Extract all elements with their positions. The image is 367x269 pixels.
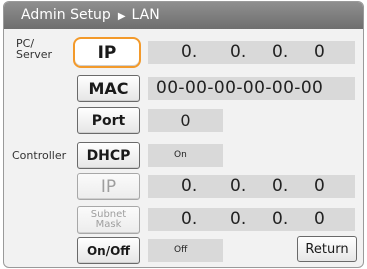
- controller-ip-button-label: IP: [100, 176, 117, 197]
- subnet-mask-button-label: Subnet Mask: [90, 209, 127, 230]
- subnet-mask-button[interactable]: Subnet Mask: [77, 206, 140, 234]
- triangle-right-icon: ▶: [117, 11, 126, 22]
- subnet-mask-octet-3: 0.: [272, 209, 289, 229]
- header-subtitle: LAN: [131, 7, 160, 23]
- onoff-button-label: On/Off: [86, 243, 131, 258]
- onoff-field[interactable]: Off: [148, 239, 223, 262]
- pc-ip-octet-2: 0.: [230, 42, 247, 62]
- mac-button-label: MAC: [88, 79, 129, 98]
- controller-ip-button[interactable]: IP: [77, 173, 140, 200]
- dhcp-button-label: DHCP: [86, 147, 131, 164]
- port-button-label: Port: [91, 112, 126, 129]
- pc-ip-octet-3: 0.: [272, 42, 289, 62]
- subnet-mask-octet-1: 0.: [181, 209, 198, 229]
- return-button[interactable]: Return: [297, 236, 357, 262]
- dhcp-field[interactable]: On: [148, 144, 223, 167]
- pc-ip-button-label: IP: [97, 42, 117, 63]
- header-title: Admin Setup: [21, 7, 111, 23]
- pc-ip-octet-4: 0: [314, 42, 325, 62]
- mac-field[interactable]: 00-00-00-00-00-00: [148, 77, 355, 100]
- port-button[interactable]: Port: [77, 107, 140, 134]
- port-value: 0: [180, 111, 191, 130]
- pc-ip-field[interactable]: 0. 0. 0. 0: [148, 41, 355, 64]
- header-bar: Admin Setup ▶ LAN: [4, 2, 363, 29]
- controller-ip-octet-1: 0.: [181, 176, 198, 196]
- controller-ip-octet-4: 0: [314, 176, 325, 196]
- dhcp-button[interactable]: DHCP: [77, 142, 140, 169]
- pc-ip-octet-1: 0.: [181, 42, 198, 62]
- pc-ip-button[interactable]: IP: [73, 37, 141, 68]
- controller-ip-octet-2: 0.: [230, 176, 247, 196]
- mac-button[interactable]: MAC: [77, 75, 140, 102]
- controller-ip-field[interactable]: 0. 0. 0. 0: [148, 175, 355, 198]
- mac-value: 00-00-00-00-00-00: [156, 78, 324, 98]
- port-field[interactable]: 0: [148, 109, 223, 132]
- controller-section-label: Controller: [12, 149, 67, 162]
- controller-ip-octet-3: 0.: [272, 176, 289, 196]
- dhcp-value: On: [174, 150, 187, 160]
- subnet-mask-octet-4: 0: [314, 209, 325, 229]
- admin-setup-panel: Admin Setup ▶ LAN PC/ Server IP 0. 0. 0. 0…: [3, 1, 364, 268]
- subnet-mask-octet-2: 0.: [230, 209, 247, 229]
- onoff-value: Off: [174, 245, 188, 255]
- onoff-button[interactable]: On/Off: [77, 237, 140, 264]
- subnet-mask-field[interactable]: 0. 0. 0. 0: [148, 208, 355, 231]
- pc-server-section-label: PC/ Server: [16, 37, 53, 61]
- return-button-label: Return: [305, 241, 349, 257]
